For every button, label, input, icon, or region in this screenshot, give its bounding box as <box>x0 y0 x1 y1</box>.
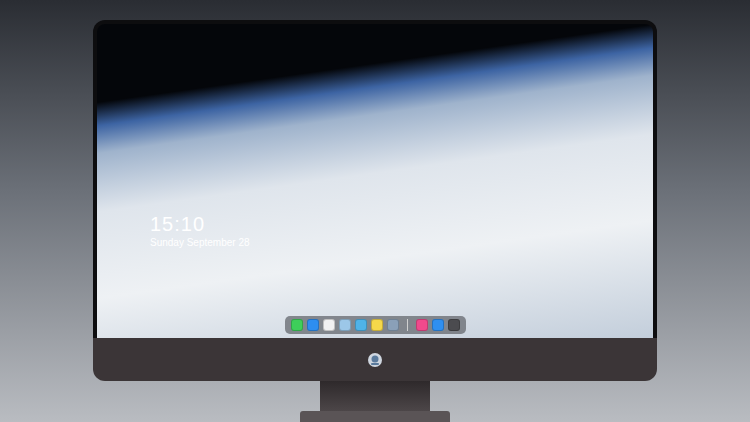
monitor-chin <box>93 338 657 381</box>
dock <box>285 316 466 334</box>
monitor-base <box>300 411 450 422</box>
bezel: 15:10Sunday September 28 <box>93 20 657 338</box>
clock-time: 15:10 <box>150 212 653 236</box>
monitor-stand <box>320 381 430 411</box>
finder-icon[interactable] <box>307 319 319 331</box>
page: 15:10Sunday September 28 <box>0 0 750 422</box>
photos-icon[interactable] <box>387 319 399 331</box>
logo-icon <box>367 352 383 368</box>
dock-separator <box>407 319 408 331</box>
screen: 15:10Sunday September 28 <box>97 24 653 338</box>
safari-icon[interactable] <box>323 319 335 331</box>
monitor: 15:10Sunday September 28 <box>93 20 657 422</box>
videos-icon[interactable] <box>355 319 367 331</box>
clock-date: Sunday September 28 <box>150 236 653 249</box>
music-icon[interactable] <box>416 319 428 331</box>
preview-icon[interactable] <box>339 319 351 331</box>
camera-icon[interactable] <box>448 319 460 331</box>
notes-icon[interactable] <box>371 319 383 331</box>
clock-widget: 15:10Sunday September 28 <box>150 212 653 249</box>
messages-icon[interactable] <box>291 319 303 331</box>
app-store-icon[interactable] <box>432 319 444 331</box>
